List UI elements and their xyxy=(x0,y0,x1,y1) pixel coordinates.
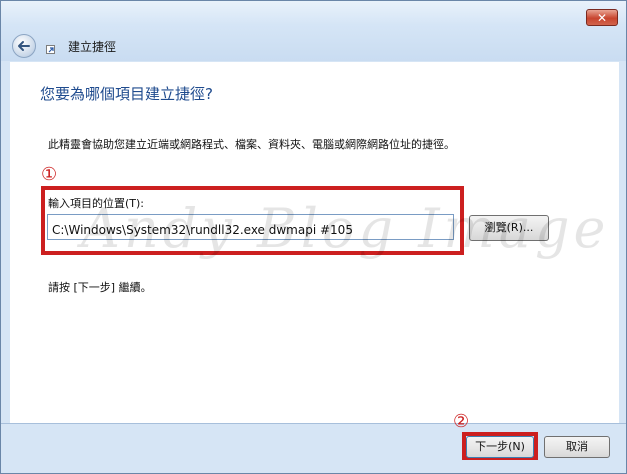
title-bar: ✕ 建立捷徑 xyxy=(1,1,626,61)
next-button[interactable]: 下一步(N) xyxy=(466,436,534,458)
back-button[interactable] xyxy=(12,34,36,58)
annotation-marker-1: ① xyxy=(41,164,58,185)
page-heading: 您要為哪個項目建立捷徑? xyxy=(40,85,213,103)
back-arrow-icon xyxy=(18,41,30,51)
close-button[interactable]: ✕ xyxy=(586,9,618,26)
watermark: Andy Blog Image xyxy=(81,197,610,260)
cancel-button[interactable]: 取消 xyxy=(544,436,610,458)
footer-divider xyxy=(1,423,626,424)
create-shortcut-window: ✕ 建立捷徑 您要為哪個項目建立捷徑? 此精靈會協助您建立近端或網路程式、檔案、… xyxy=(0,0,627,474)
next-hint-text: 請按 [下一步] 繼續。 xyxy=(48,281,152,294)
window-title: 建立捷徑 xyxy=(68,40,117,54)
shortcut-icon xyxy=(46,45,55,54)
annotation-marker-2: ② xyxy=(453,411,470,432)
wizard-description: 此精靈會協助您建立近端或網路程式、檔案、資料夾、電腦或網際網路位址的捷徑。 xyxy=(48,138,455,151)
